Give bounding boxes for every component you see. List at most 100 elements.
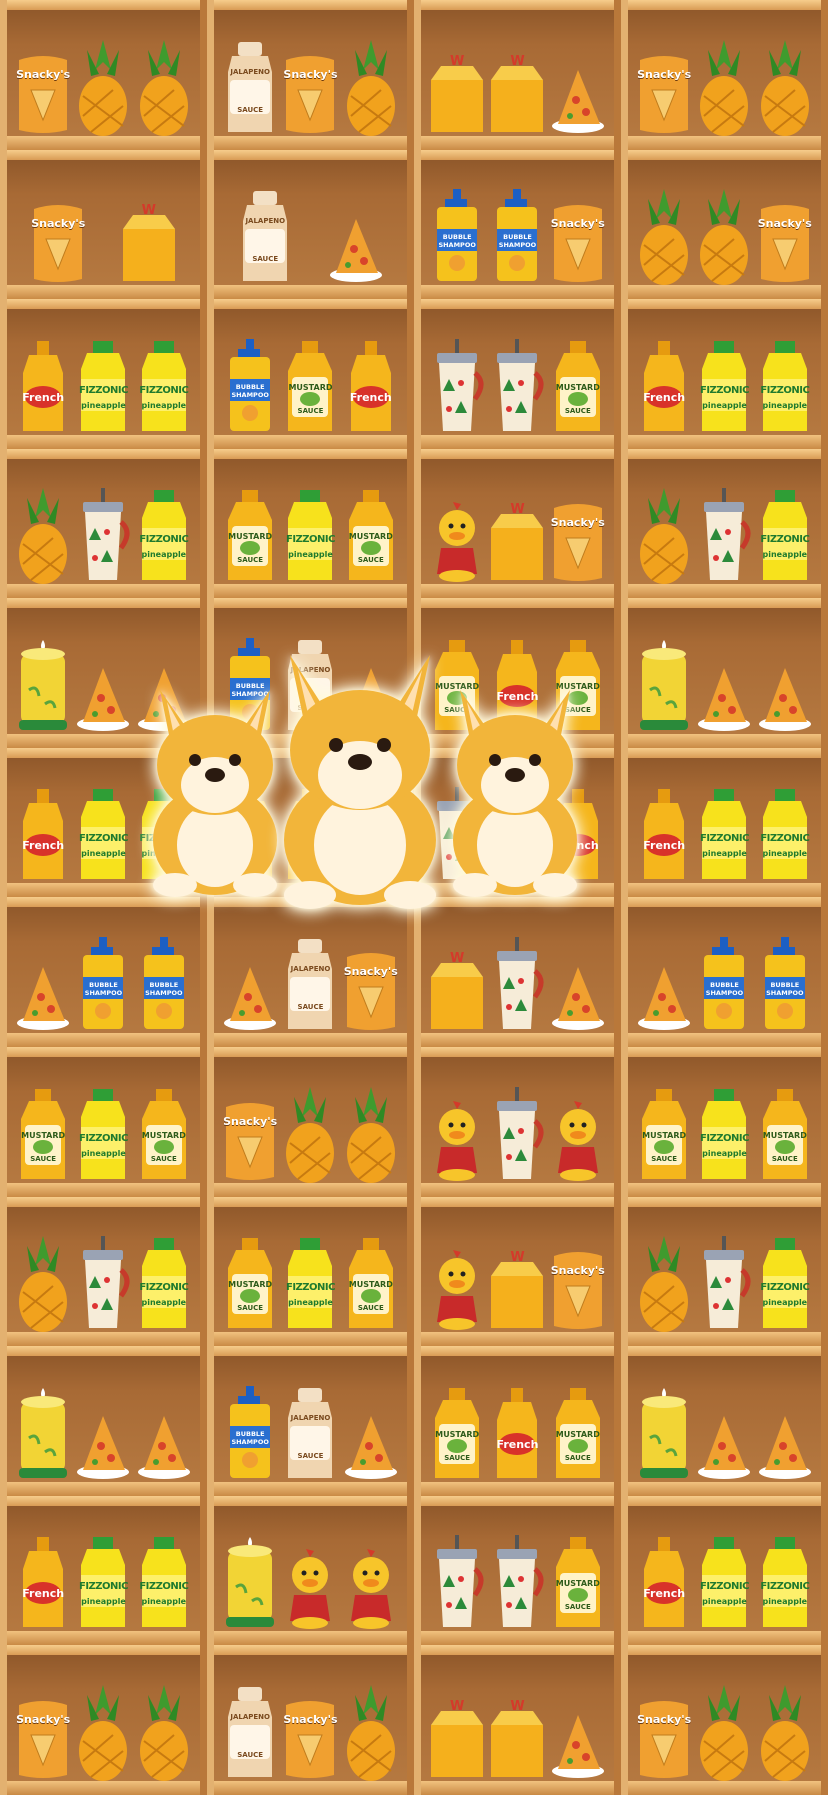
shelf-slot[interactable]: [414, 1047, 621, 1197]
pizza-item[interactable]: [755, 638, 815, 734]
french-item[interactable]: French: [487, 1386, 547, 1482]
shelf-slot[interactable]: FIZZONIC pineapple: [621, 1196, 828, 1347]
shelf-slot[interactable]: MUSTARD SAUCE FIZZONIC pineapple MUSTARD SAUC…: [621, 1047, 828, 1197]
fizzonic-item[interactable]: FIZZONICpineapple: [755, 1236, 815, 1332]
pizza-item[interactable]: [694, 638, 754, 734]
pineapple-item[interactable]: [634, 189, 694, 286]
shelf-slot[interactable]: FIZZONIC pineapple: [0, 448, 207, 599]
mustard-item[interactable]: MUSTARDSAUCE: [134, 1087, 194, 1183]
mustard-item[interactable]: MUSTARDSAUCE: [548, 339, 608, 435]
shelf-slot[interactable]: FrenchFIZZONICpineappleFIZZONICpineapple: [0, 1495, 207, 1646]
pineapple-item[interactable]: [341, 39, 401, 136]
pizza-item[interactable]: [548, 40, 608, 136]
duck-item[interactable]: [341, 1535, 401, 1631]
corgi-plush[interactable]: [140, 670, 290, 900]
shelf-slot[interactable]: Snacky's: [207, 1047, 414, 1197]
shelf-slot[interactable]: MUSTARD SAUCE: [414, 299, 621, 449]
shelf-slot[interactable]: JALAPENO SAUCE Snacky's: [207, 0, 414, 150]
pineapple-item[interactable]: [280, 1086, 340, 1183]
shelf-slot[interactable]: BUBBLE SHAMPOO BUBBLE SHAMPOO Snacky's: [414, 149, 621, 300]
tumbler-item[interactable]: [694, 488, 754, 584]
shelf-slot[interactable]: W Snacky's: [414, 448, 621, 599]
fizzonic-item[interactable]: FIZZONICpineapple: [134, 488, 194, 584]
french-item[interactable]: French: [13, 787, 73, 883]
shampoo-item[interactable]: BUBBLE SHAMPOO: [694, 937, 754, 1033]
shelf-slot[interactable]: MUSTARD SAUCE French MUSTARD SAUCE: [414, 1346, 621, 1496]
shampoo-item[interactable]: BUBBLE SHAMPOO: [134, 937, 194, 1033]
shelf-slot[interactable]: Snacky's W: [0, 149, 207, 300]
snacky-item[interactable]: Snacky's: [548, 488, 608, 584]
fizzonic-item[interactable]: FIZZONICpineapple: [694, 787, 754, 883]
snacky-item[interactable]: Snacky's: [28, 189, 88, 285]
shelf-slot[interactable]: FrenchFIZZONICpineappleFIZZONICpineapple: [621, 299, 828, 449]
french-item[interactable]: French: [634, 339, 694, 435]
mustard-item[interactable]: MUSTARDSAUCE: [427, 1386, 487, 1482]
jalapeno-item[interactable]: JALAPENOSAUCE: [220, 1685, 280, 1781]
jalapeno-item[interactable]: JALAPENOSAUCE: [220, 40, 280, 136]
fizzonic-item[interactable]: FIZZONICpineapple: [755, 339, 815, 435]
pineapple-item[interactable]: [341, 1086, 401, 1183]
pineapple-item[interactable]: [755, 1684, 815, 1781]
fizzonic-item[interactable]: FIZZONICpineapple: [280, 1236, 340, 1332]
pizza-item[interactable]: [755, 1386, 815, 1482]
french-item[interactable]: French: [341, 339, 401, 435]
shelf-slot[interactable]: FrenchFIZZONICpineappleFIZZONICpineapple: [621, 747, 828, 898]
shelf-slot[interactable]: [621, 1346, 828, 1496]
pizza-item[interactable]: [548, 937, 608, 1033]
mustard-item[interactable]: MUSTARDSAUCE: [13, 1087, 73, 1183]
tumbler-item[interactable]: [73, 488, 133, 584]
shelf-slot[interactable]: FIZZONIC pineapple: [0, 1196, 207, 1347]
fizzonic-item[interactable]: FIZZONICpineapple: [755, 1535, 815, 1631]
shelf-slot[interactable]: Snacky's: [0, 1645, 207, 1795]
shelf-slot[interactable]: BUBBLE SHAMPOOJALAPENOSAUCE: [207, 1346, 414, 1496]
shelf-slot[interactable]: MUSTARD SAUCE FIZZONIC pineapple MUSTARD SAUC…: [207, 448, 414, 599]
tumbler-item[interactable]: [694, 1236, 754, 1332]
pizza-item[interactable]: [13, 937, 73, 1033]
french-item[interactable]: French: [13, 339, 73, 435]
shampoo-item[interactable]: BUBBLE SHAMPOO: [220, 338, 280, 435]
pineapple-item[interactable]: [634, 1236, 694, 1333]
mustard-item[interactable]: MUSTARDSAUCE: [341, 1236, 401, 1332]
duck-item[interactable]: [427, 488, 487, 584]
pineapple-item[interactable]: [73, 39, 133, 136]
snacky-item[interactable]: Snacky's: [755, 189, 815, 285]
tumbler-item[interactable]: [487, 937, 547, 1033]
fizzonic-item[interactable]: FIZZONICpineapple: [134, 1236, 194, 1332]
fizzonic-item[interactable]: FIZZONICpineapple: [134, 339, 194, 435]
snacky-item[interactable]: Snacky's: [13, 1685, 73, 1781]
shelf-slot[interactable]: MUSTARD SAUCE FIZZONIC pineapple MUSTARD SAUC…: [0, 1047, 207, 1197]
box-item[interactable]: W: [487, 1236, 547, 1332]
shelf-slot[interactable]: [207, 1495, 414, 1646]
duck-item[interactable]: [280, 1535, 340, 1631]
tumbler-item[interactable]: [73, 1236, 133, 1332]
corgi-plush[interactable]: [270, 640, 450, 910]
jalapeno-item[interactable]: JALAPENOSAUCE: [280, 1386, 340, 1482]
pineapple-item[interactable]: [13, 488, 73, 585]
fizzonic-item[interactable]: FIZZONICpineapple: [755, 488, 815, 584]
shelf-slot[interactable]: FIZZONIC pineapple: [621, 448, 828, 599]
shelf-slot[interactable]: JALAPENO SAUCE: [207, 149, 414, 300]
pineapple-item[interactable]: [755, 39, 815, 136]
pineapple-item[interactable]: [341, 1684, 401, 1781]
shelf-slot[interactable]: WW: [414, 0, 621, 150]
pineapple-item[interactable]: [13, 1236, 73, 1333]
shelf-slot[interactable]: MUSTARD SAUCE: [414, 1495, 621, 1646]
snacky-item[interactable]: Snacky's: [280, 1685, 340, 1781]
tumbler-item[interactable]: [427, 338, 487, 435]
fizzonic-item[interactable]: FIZZONICpineapple: [755, 787, 815, 883]
candle-item[interactable]: [634, 638, 694, 734]
shelf-slot[interactable]: FrenchFIZZONICpineappleFIZZONICpineapple: [0, 299, 207, 449]
mustard-item[interactable]: MUSTARDSAUCE: [755, 1087, 815, 1183]
mustard-item[interactable]: MUSTARDSAUCE: [548, 1535, 608, 1631]
box-item[interactable]: W: [487, 1685, 547, 1781]
box-item[interactable]: W: [427, 937, 487, 1033]
shelf-slot[interactable]: JALAPENO SAUCE Snacky's: [207, 1645, 414, 1795]
shelf-slot[interactable]: MUSTARD SAUCE FIZZONIC pineapple MUSTARD SAUC…: [207, 1196, 414, 1347]
mustard-item[interactable]: MUSTARDSAUCE: [220, 488, 280, 584]
shelf-slot[interactable]: Snacky's: [621, 149, 828, 300]
box-item[interactable]: W: [427, 1685, 487, 1781]
pizza-item[interactable]: [634, 937, 694, 1033]
shelf-slot[interactable]: BUBBLE SHAMPOO BUBBLE SHAMPOO: [621, 897, 828, 1048]
pizza-item[interactable]: [341, 1386, 401, 1482]
pizza-item[interactable]: [694, 1386, 754, 1482]
